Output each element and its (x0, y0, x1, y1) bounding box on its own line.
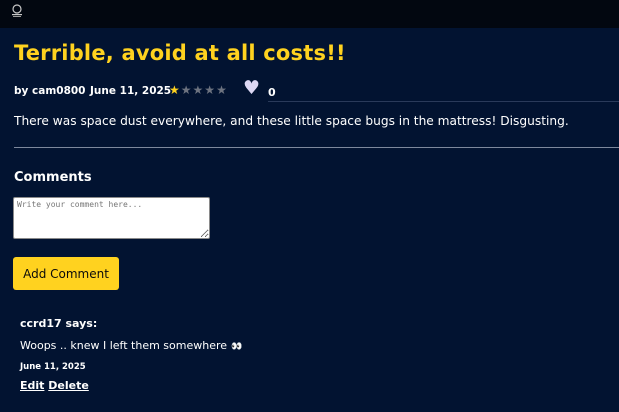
review-body: There was space dust everywhere, and the… (14, 114, 569, 128)
comment-actions: Edit Delete (20, 379, 89, 392)
review-title: Terrible, avoid at all costs!! (14, 41, 346, 65)
comment-author: ccrd17 says: (20, 317, 98, 330)
like-count: 0 (268, 86, 276, 99)
section-divider (14, 147, 619, 148)
star-icon-empty: ★ (180, 83, 193, 97)
review-author: by cam0800 (14, 85, 86, 97)
edit-comment-link[interactable]: Edit (20, 379, 44, 392)
comments-heading: Comments (14, 170, 92, 185)
review-date: June 11, 2025 (90, 85, 172, 97)
heart-icon[interactable]: ♥ (243, 79, 260, 98)
comment-text: Woops .. knew I left them somewhere (20, 339, 228, 352)
comment-input[interactable] (13, 197, 210, 239)
star-icon-empty: ★ (192, 83, 205, 97)
site-logo-icon[interactable] (9, 3, 25, 19)
star-icon-empty: ★ (216, 83, 228, 97)
star-rating: ★★★★★ (169, 83, 228, 97)
add-comment-button[interactable]: Add Comment (13, 257, 119, 290)
eyes-emoji-icon: 👀 (231, 342, 243, 352)
comment-text-row: Woops .. knew I left them somewhere 👀 (20, 339, 242, 352)
delete-comment-link[interactable]: Delete (48, 379, 89, 392)
comment-date: June 11, 2025 (20, 362, 86, 372)
star-icon-empty: ★ (204, 83, 217, 97)
top-bar (0, 0, 619, 28)
star-icon-filled: ★ (169, 83, 181, 97)
meta-divider (268, 101, 619, 102)
